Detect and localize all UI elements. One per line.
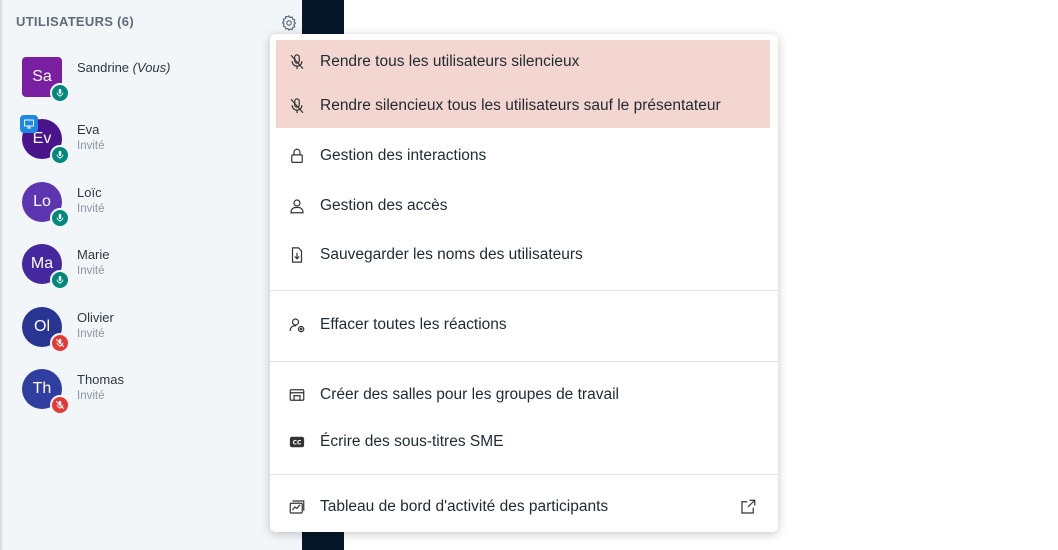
user-role: Invité [77, 328, 105, 340]
mic-on-icon [50, 83, 70, 103]
dashboard-icon [286, 496, 308, 518]
mic-off-icon [286, 95, 308, 117]
menu-item-label: Rendre tous les utilisateurs silencieux [320, 53, 580, 70]
presenter-icon [20, 115, 38, 133]
menu-item-clear-reactions[interactable]: Effacer toutes les réactions [276, 303, 770, 347]
users-panel-title: UTILISATEURS (6) [16, 14, 134, 29]
mic-off-icon [286, 51, 308, 73]
menu-item-breakout-rooms[interactable]: Créer des salles pour les groupes de tra… [276, 373, 770, 417]
mic-muted-icon [50, 395, 70, 415]
user-name: Thomas [77, 372, 124, 387]
rooms-icon [286, 384, 308, 406]
settings-button[interactable] [278, 12, 300, 34]
menu-item-label: Gestion des interactions [320, 147, 487, 164]
user-item-sandrine[interactable]: Sa Sandrine (Vous) [22, 57, 282, 103]
user-item-thomas[interactable]: Th Thomas Invité [22, 369, 282, 415]
user-icon [286, 195, 308, 217]
menu-item-label: Écrire des sous-titres SME [320, 433, 504, 450]
mic-on-icon [50, 270, 70, 290]
menu-divider [270, 361, 778, 362]
menu-item-label: Tableau de bord d'activité des participa… [320, 498, 609, 515]
menu-item-label: Sauvegarder les noms des utilisateurs [320, 246, 583, 263]
you-label: (Vous) [132, 60, 171, 75]
user-item-loic[interactable]: Lo Loïc Invité [22, 182, 282, 228]
user-role: Invité [77, 265, 105, 277]
menu-divider [270, 474, 778, 475]
svg-text:CC: CC [293, 440, 302, 447]
closed-captions-icon: CC [286, 431, 308, 453]
user-item-eva[interactable]: Ev Eva Invité [20, 115, 282, 165]
menu-item-label: Gestion des accès [320, 197, 448, 214]
lock-icon [286, 145, 308, 167]
mic-on-icon [50, 145, 70, 165]
user-item-olivier[interactable]: Ol Olivier Invité [22, 307, 282, 353]
user-options-menu: Rendre tous les utilisateurs silencieux … [270, 34, 778, 532]
clear-reactions-icon [286, 314, 308, 336]
user-role: Invité [77, 203, 105, 215]
mic-muted-icon [50, 333, 70, 353]
user-name: Eva [77, 122, 100, 137]
user-name: Olivier [77, 310, 114, 325]
user-name: Loïc [77, 185, 102, 200]
menu-item-mute-all-except-presenter[interactable]: Rendre silencieux tous les utilisateurs … [276, 84, 770, 128]
menu-item-captions[interactable]: CC Écrire des sous-titres SME [276, 420, 770, 464]
download-file-icon [286, 244, 308, 266]
user-item-marie[interactable]: Ma Marie Invité [22, 244, 282, 290]
menu-item-save-names[interactable]: Sauvegarder les noms des utilisateurs [276, 233, 770, 277]
menu-item-interactions[interactable]: Gestion des interactions [276, 134, 770, 178]
menu-item-activity-dashboard[interactable]: Tableau de bord d'activité des participa… [276, 485, 770, 529]
user-role: Invité [77, 390, 105, 402]
users-panel: UTILISATEURS (6) Sa Sandrine (Vous) Ev E… [0, 0, 302, 550]
external-link-icon [738, 497, 758, 517]
menu-item-label: Rendre silencieux tous les utilisateurs … [320, 97, 721, 114]
user-name: Sandrine (Vous) [77, 60, 171, 75]
menu-item-access[interactable]: Gestion des accès [276, 184, 770, 228]
gear-icon [280, 14, 298, 32]
menu-item-label: Créer des salles pour les groupes de tra… [320, 386, 619, 403]
user-name: Marie [77, 247, 110, 262]
user-role: Invité [77, 140, 105, 152]
mic-on-icon [50, 208, 70, 228]
menu-item-label: Effacer toutes les réactions [320, 316, 507, 333]
menu-item-mute-all[interactable]: Rendre tous les utilisateurs silencieux [276, 40, 770, 84]
menu-divider [270, 290, 778, 291]
